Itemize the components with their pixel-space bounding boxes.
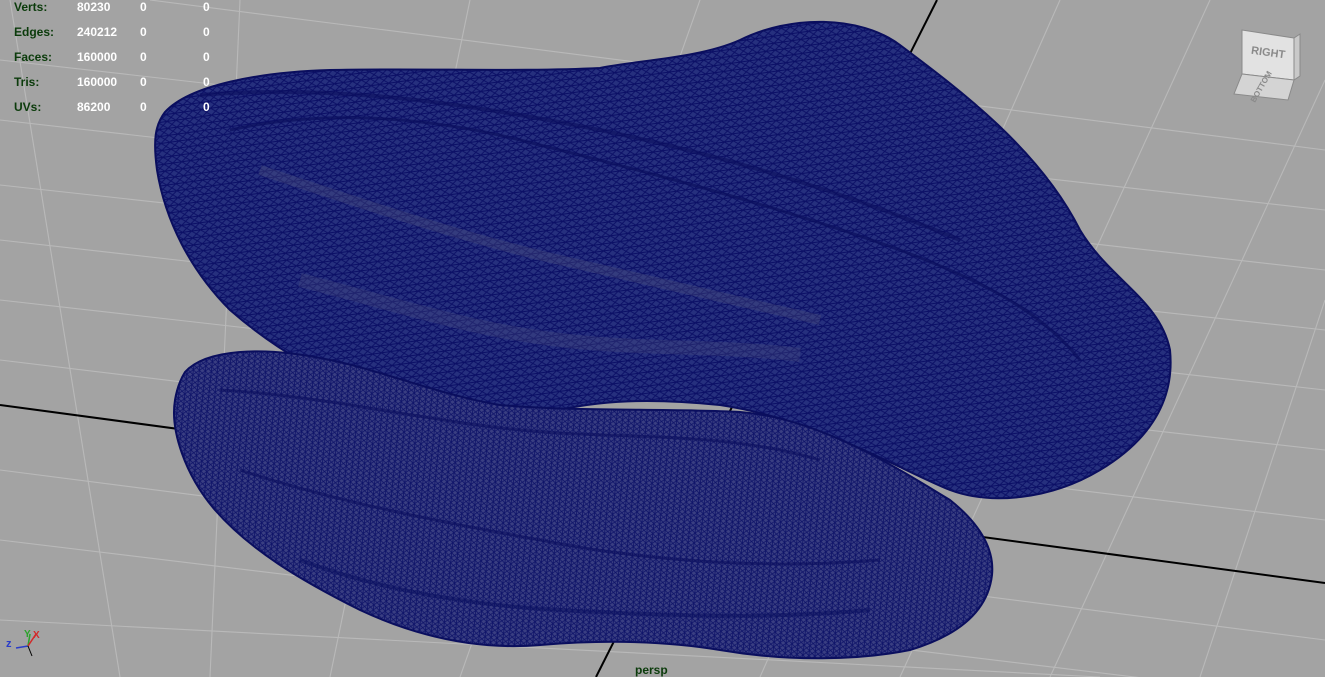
hud-value: 0 xyxy=(140,25,147,39)
hud-label: Tris: xyxy=(14,75,40,89)
hud-value: 160000 xyxy=(77,50,118,64)
hud-label: Verts: xyxy=(14,0,48,14)
hud-row-uvs: UVs: 86200 0 0 xyxy=(14,97,224,122)
poly-count-hud: Verts: 80230 0 0 Edges: 240212 0 0 Faces… xyxy=(14,0,224,122)
hud-value: 0 xyxy=(203,50,210,64)
hud-value: 0 xyxy=(140,75,147,89)
hud-value: 0 xyxy=(203,25,210,39)
hud-row-faces: Faces: 160000 0 0 xyxy=(14,47,224,72)
hud-value: 86200 xyxy=(77,100,111,114)
hud-row-tris: Tris: 160000 0 0 xyxy=(14,72,224,97)
hud-row-verts: Verts: 80230 0 0 xyxy=(14,0,224,22)
hud-value: 80230 xyxy=(77,0,111,14)
axis-x-label: X xyxy=(33,630,40,641)
axis-z-label: z xyxy=(6,638,12,650)
hud-value: 0 xyxy=(203,0,210,14)
maya-viewport[interactable]: Verts: 80230 0 0 Edges: 240212 0 0 Faces… xyxy=(0,0,1325,677)
hud-value: 0 xyxy=(140,100,147,114)
hud-value: 160000 xyxy=(77,75,118,89)
hud-label: UVs: xyxy=(14,100,42,114)
hud-value: 0 xyxy=(203,75,210,89)
hud-value: 0 xyxy=(140,50,147,64)
camera-name-label: persp xyxy=(635,663,668,677)
hud-value: 0 xyxy=(140,0,147,14)
hud-label: Edges: xyxy=(14,25,55,39)
axis-y-label: Y xyxy=(24,629,31,640)
hud-value: 0 xyxy=(203,100,210,114)
hud-value: 240212 xyxy=(77,25,118,39)
hud-label: Faces: xyxy=(14,50,53,64)
view-cube-side-face[interactable] xyxy=(1293,33,1301,81)
axis-gizmo: z Y X xyxy=(6,629,40,657)
view-cube[interactable]: RIGHT BOTTOM xyxy=(1228,24,1304,104)
hud-row-edges: Edges: 240212 0 0 xyxy=(14,22,224,47)
